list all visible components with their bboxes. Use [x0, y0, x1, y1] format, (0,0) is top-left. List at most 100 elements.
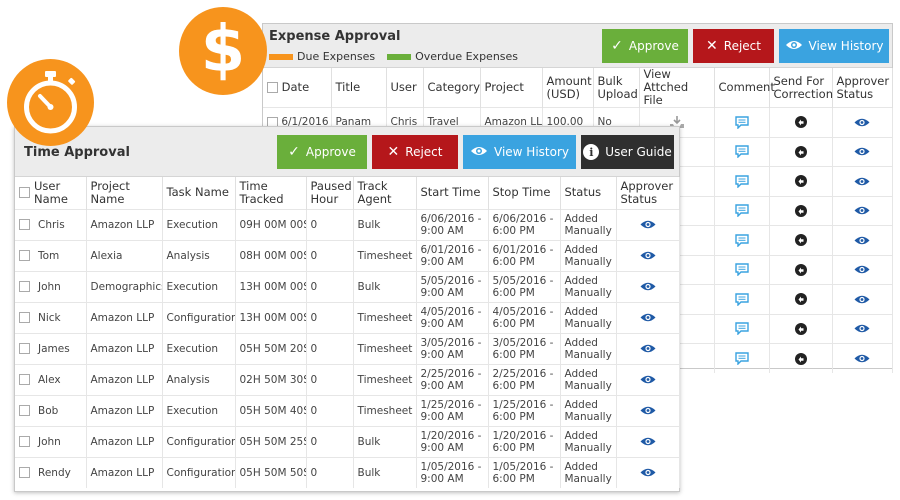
close-icon: ✕: [387, 144, 400, 160]
eye-icon[interactable]: [616, 363, 680, 395]
time-row[interactable]: John Demographics Execution 13H 00M 00S 0 Bul…: [15, 270, 680, 302]
eye-icon[interactable]: [832, 107, 893, 137]
eye-icon[interactable]: [616, 456, 680, 488]
time-col-time-tracked[interactable]: Time Tracked: [235, 177, 307, 209]
send-correction-icon[interactable]: [769, 254, 833, 285]
row-checkbox[interactable]: [19, 250, 30, 261]
send-correction-icon[interactable]: [769, 284, 833, 314]
select-all-checkbox[interactable]: [19, 187, 30, 199]
select-all-checkbox[interactable]: [267, 82, 278, 93]
time-user-cell: Chris: [15, 208, 87, 240]
row-checkbox[interactable]: [19, 405, 30, 416]
time-row[interactable]: Bob Amazon LLP Execution 05H 50M 40S 0 Timesh…: [15, 394, 680, 426]
comment-icon[interactable]: [714, 313, 770, 344]
eye-icon[interactable]: [832, 166, 893, 196]
legend-due-swatch: [269, 53, 293, 60]
eye-icon[interactable]: [616, 332, 680, 364]
time-stop-cell: 1/20/2016 - 6:00 PM: [488, 425, 561, 457]
expense-col-project[interactable]: Project: [480, 68, 543, 108]
legend-overdue: Overdue Expenses: [387, 50, 518, 63]
send-correction-icon[interactable]: [769, 343, 833, 373]
time-view-history-button[interactable]: View History: [463, 135, 576, 169]
comment-icon[interactable]: [714, 225, 770, 255]
eye-icon[interactable]: [832, 225, 893, 255]
expense-col-comment[interactable]: Comment: [714, 68, 775, 108]
time-row[interactable]: Nick Amazon LLP Configuration 13H 00M 00S 0 T…: [15, 301, 680, 333]
eye-icon[interactable]: [616, 301, 680, 333]
eye-icon[interactable]: [616, 270, 680, 302]
time-row[interactable]: Rendy Amazon LLP Configuration 05H 50M 50S 0…: [15, 456, 680, 488]
time-paused-cell: 0: [306, 270, 354, 302]
comment-icon[interactable]: [714, 166, 770, 196]
eye-icon[interactable]: [616, 208, 680, 240]
comment-icon[interactable]: [714, 107, 770, 137]
time-user-cell: James: [15, 332, 87, 364]
time-row[interactable]: Chris Amazon LLP Execution 09H 00M 00S 0 Bulk…: [15, 208, 680, 240]
expense-panel-title: Expense Approval: [269, 29, 401, 44]
send-correction-icon[interactable]: [769, 225, 833, 255]
send-correction-icon[interactable]: [769, 195, 833, 226]
time-row[interactable]: Alex Amazon LLP Analysis 02H 50M 30S 0 Timesh…: [15, 363, 680, 395]
expense-col-send-correction[interactable]: Send For Correction: [769, 68, 833, 108]
time-col-paused-hour[interactable]: Paused Hour: [306, 177, 354, 209]
eye-icon[interactable]: [616, 394, 680, 426]
time-project-cell: Amazon LLP: [86, 394, 163, 426]
comment-icon[interactable]: [714, 284, 770, 314]
time-user-cell: Alex: [15, 363, 87, 395]
eye-icon[interactable]: [832, 313, 893, 344]
expense-reject-button[interactable]: ✕ Reject: [693, 29, 774, 63]
eye-icon[interactable]: [832, 254, 893, 285]
row-checkbox[interactable]: [19, 312, 30, 323]
expense-view-history-label: View History: [808, 39, 884, 53]
send-correction-icon[interactable]: [769, 136, 833, 167]
row-checkbox[interactable]: [19, 467, 30, 479]
row-checkbox[interactable]: [19, 343, 30, 354]
expense-approve-button[interactable]: ✓ Approve: [602, 29, 688, 63]
time-row[interactable]: Tom Alexia Analysis 08H 00M 00S 0 Timesheet 6/…: [15, 239, 680, 271]
user-guide-button[interactable]: i User Guide: [581, 135, 674, 169]
eye-icon[interactable]: [616, 239, 680, 271]
expense-col-date[interactable]: Date: [263, 68, 332, 108]
comment-icon[interactable]: [714, 254, 770, 285]
time-status-cell: Added Manually: [560, 208, 617, 240]
send-correction-icon[interactable]: [769, 313, 833, 344]
expense-col-bulk-upload[interactable]: Bulk Upload: [593, 68, 640, 108]
expense-col-attached-file[interactable]: View Attched File: [639, 68, 715, 108]
expense-col-approver-status[interactable]: Approver Status: [832, 68, 893, 108]
eye-icon[interactable]: [832, 195, 893, 226]
expense-col-amount[interactable]: Amount (USD): [542, 68, 594, 108]
time-row[interactable]: John Amazon LLP Configuration 05H 50M 25S 0 B…: [15, 425, 680, 457]
time-col-approver-status[interactable]: Approver Status: [616, 177, 680, 209]
time-col-task-name[interactable]: Task Name: [162, 177, 236, 209]
eye-icon[interactable]: [832, 136, 893, 167]
time-row[interactable]: James Amazon LLP Execution 05H 50M 20S 0 Time…: [15, 332, 680, 364]
time-agent-cell: Bulk: [353, 425, 417, 457]
time-reject-button[interactable]: ✕ Reject: [372, 135, 458, 169]
comment-icon[interactable]: [714, 343, 770, 373]
comment-icon[interactable]: [714, 195, 770, 226]
eye-icon[interactable]: [616, 425, 680, 457]
comment-icon[interactable]: [714, 136, 770, 167]
row-checkbox[interactable]: [19, 219, 30, 230]
row-checkbox[interactable]: [19, 281, 30, 292]
time-col-stop-time[interactable]: Stop Time: [488, 177, 561, 209]
time-col-track-agent[interactable]: Track Agent: [353, 177, 417, 209]
time-col-user-name[interactable]: User Name: [15, 177, 87, 209]
eye-icon[interactable]: [832, 343, 893, 373]
row-checkbox[interactable]: [19, 436, 30, 447]
row-checkbox[interactable]: [19, 374, 30, 385]
time-approve-button[interactable]: ✓ Approve: [277, 135, 367, 169]
expense-view-history-button[interactable]: View History: [779, 29, 889, 63]
expense-col-title[interactable]: Title: [331, 68, 387, 108]
time-panel-title: Time Approval: [24, 145, 130, 160]
send-correction-icon[interactable]: [769, 166, 833, 196]
time-col-start-time[interactable]: Start Time: [416, 177, 489, 209]
time-start-cell: 5/05/2016 - 9:00 AM: [416, 270, 489, 302]
send-correction-icon[interactable]: [769, 107, 833, 137]
expense-col-category[interactable]: Category: [423, 68, 481, 108]
time-col-project-name[interactable]: Project Name: [86, 177, 163, 209]
time-col-status[interactable]: Status: [560, 177, 617, 209]
time-project-cell: Amazon LLP: [86, 425, 163, 457]
expense-col-user[interactable]: User: [386, 68, 424, 108]
eye-icon[interactable]: [832, 284, 893, 314]
